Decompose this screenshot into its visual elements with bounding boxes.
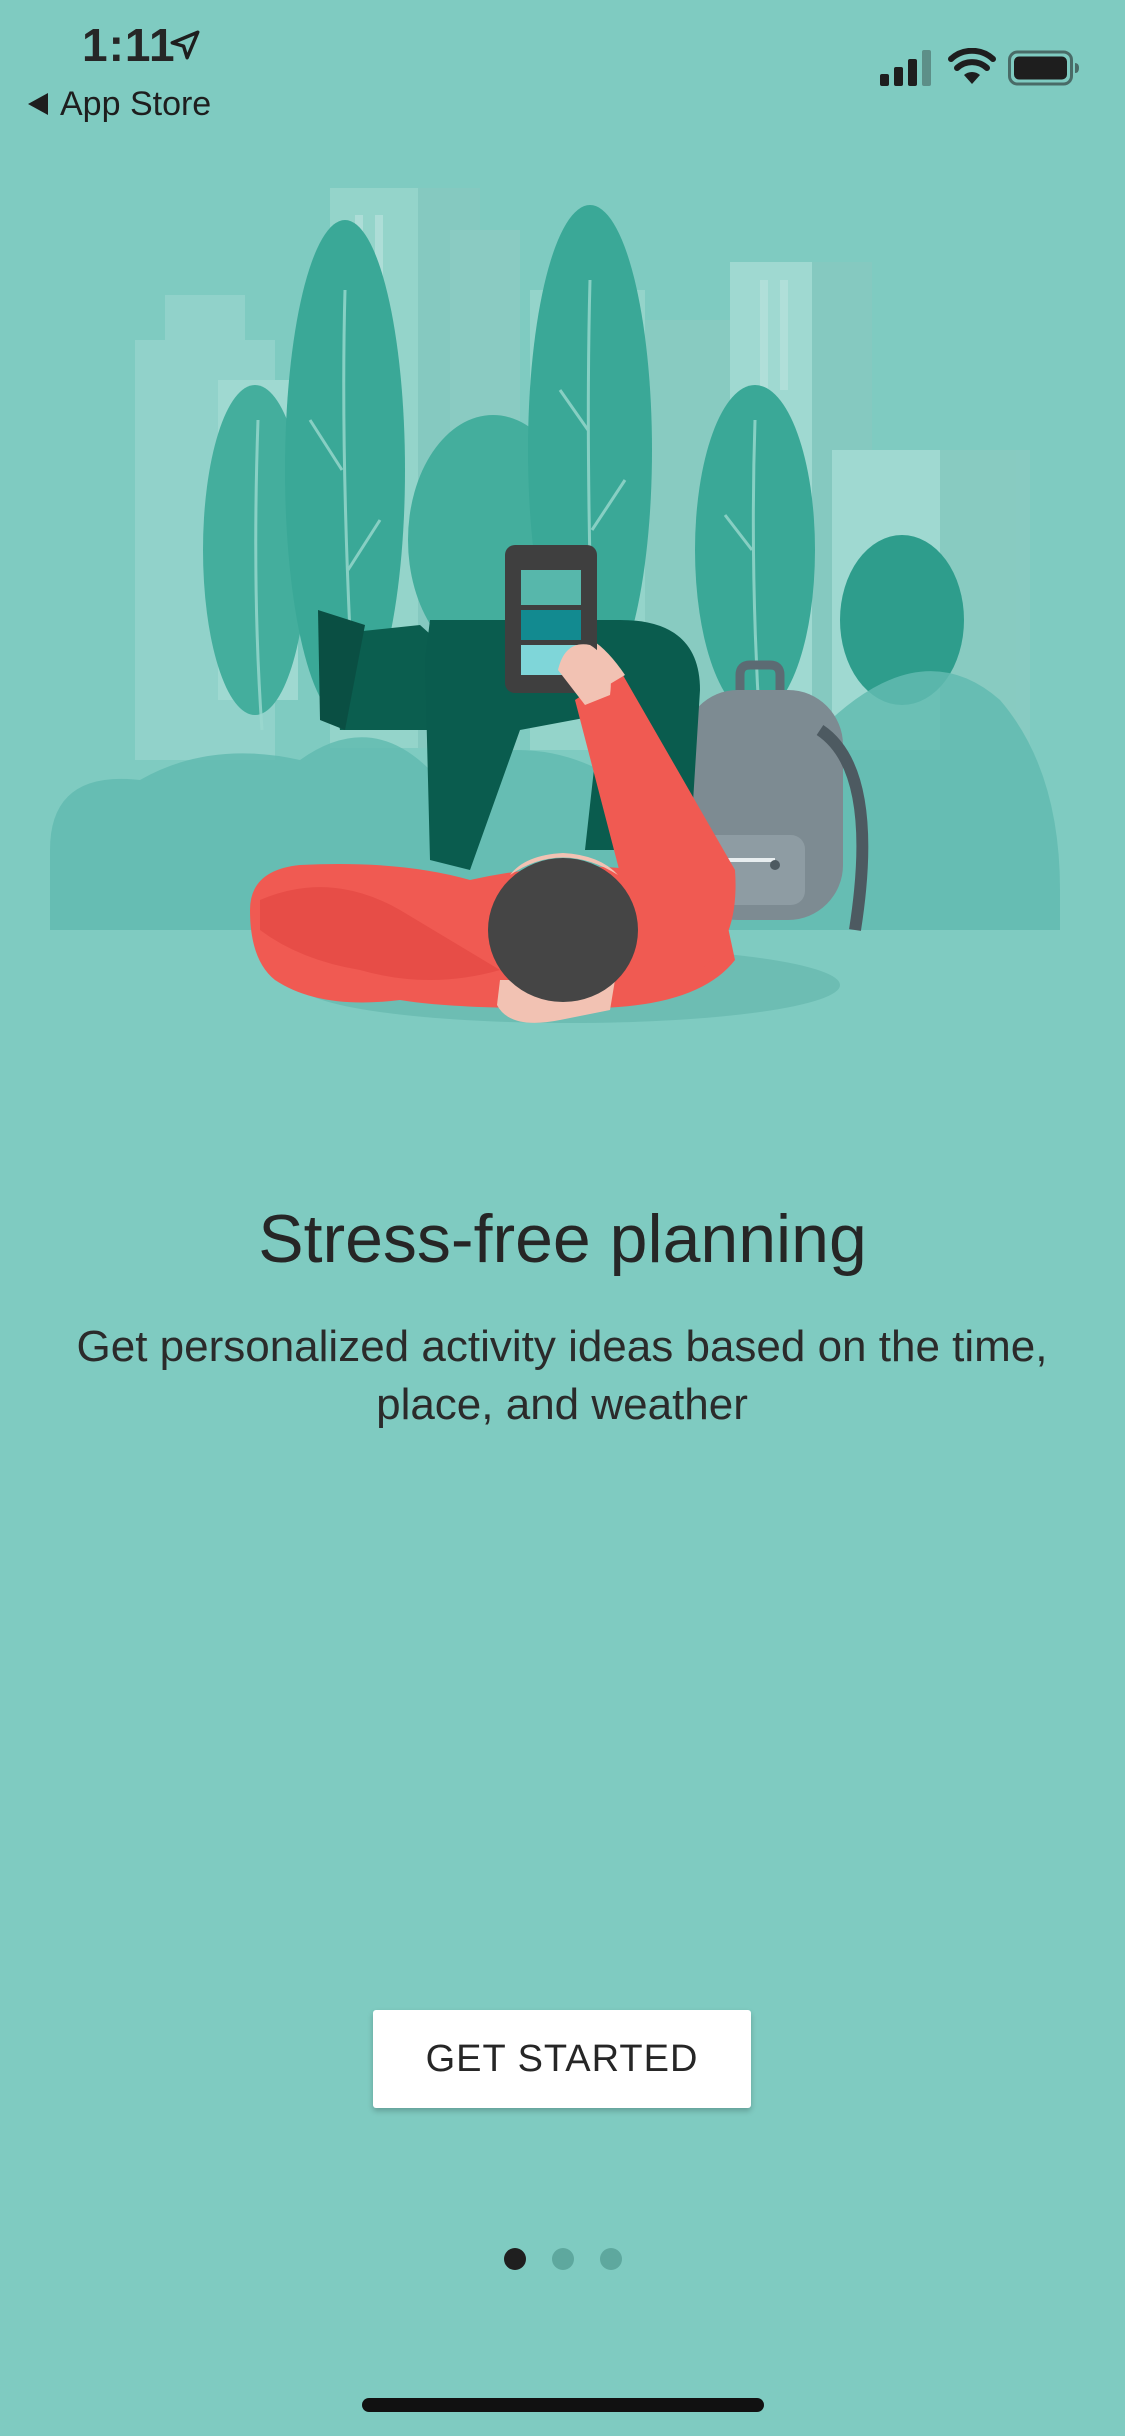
page-dot-2[interactable] — [551, 2248, 574, 2270]
get-started-button[interactable]: GET STARTED — [373, 2010, 751, 2108]
battery-icon — [1008, 50, 1079, 86]
hero-illustration — [50, 188, 1060, 1023]
page-indicator[interactable] — [0, 2248, 1125, 2272]
back-link-label: App Store — [60, 84, 212, 123]
page-dot-3[interactable] — [599, 2248, 622, 2270]
onboarding-description: Get personalized activity ideas based on… — [76, 1322, 1048, 1429]
back-to-app-store-link[interactable]: App Store — [28, 82, 211, 126]
home-indicator[interactable] — [362, 2398, 764, 2412]
back-arrow-icon — [28, 93, 48, 115]
wifi-icon — [948, 48, 996, 84]
page-dot-1[interactable] — [503, 2248, 526, 2270]
onboarding-headline: Stress-free planning — [258, 1201, 867, 1277]
status-bar: 1:11 App Store — [0, 0, 1125, 140]
status-time: 1:11 — [82, 19, 176, 71]
cellular-signal-icon — [880, 50, 931, 86]
phone-illustration — [505, 545, 611, 705]
location-arrow-icon — [170, 30, 200, 60]
